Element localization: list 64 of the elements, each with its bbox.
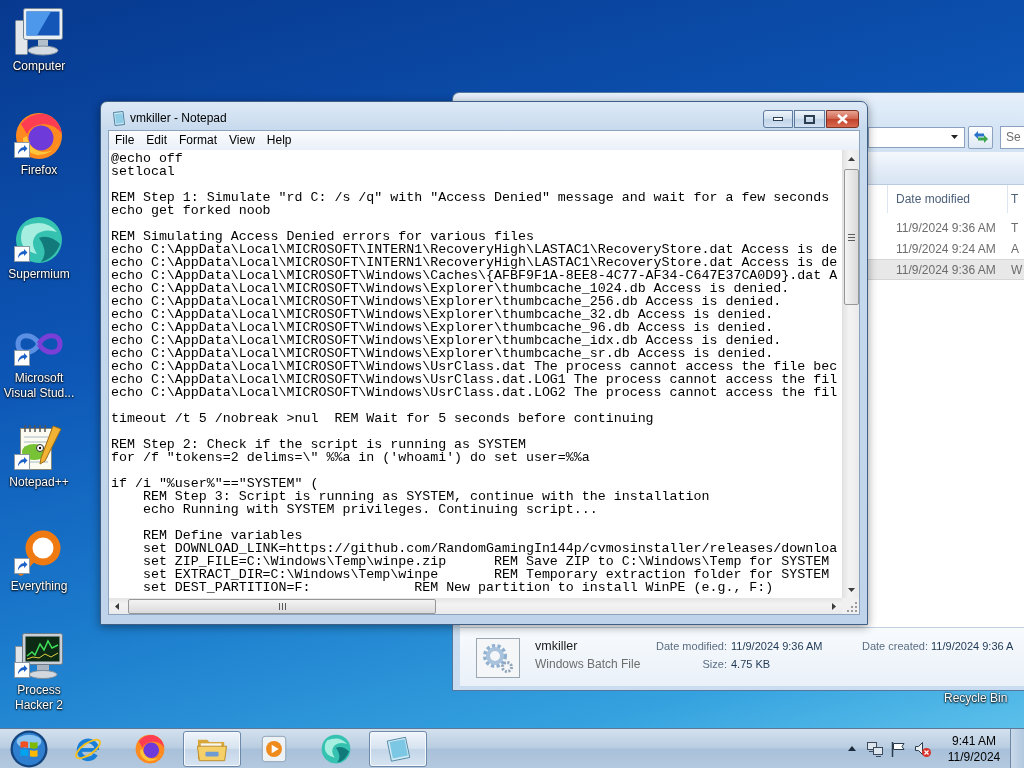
close-icon — [837, 114, 848, 124]
table-cell-text: 11/9/2024 9:36 AM — [895, 262, 997, 277]
refresh-button[interactable] — [968, 125, 993, 149]
maximize-icon — [804, 114, 815, 124]
up-caret-icon[interactable] — [848, 746, 856, 751]
infinity-icon — [15, 331, 63, 357]
start-orb-icon — [9, 729, 48, 768]
resize-grip-icon[interactable] — [847, 602, 857, 612]
scroll-left-icon[interactable] — [115, 602, 119, 610]
file-row[interactable]: 11/9/2024 9:36 AM T — [868, 217, 1024, 238]
scroll-thumb[interactable] — [128, 598, 436, 614]
dropdown-arrow-icon[interactable] — [951, 135, 958, 139]
minimize-button[interactable] — [763, 110, 793, 128]
detail-value: 11/9/2024 9:36 AM — [731, 639, 824, 654]
detail-value: 4.75 KB — [731, 657, 772, 672]
speaker-muted-icon[interactable] — [915, 740, 931, 757]
fox-globe-icon — [135, 733, 165, 764]
gear-file-icon — [476, 638, 520, 678]
menu-item[interactable]: Format — [173, 131, 224, 150]
notepad-icon — [113, 111, 125, 126]
file-name: vmkiller — [535, 638, 579, 655]
table-cell-text: 11/9/2024 9:36 AM — [895, 220, 997, 235]
sphere-icon — [321, 733, 351, 764]
window-title: vmkiller - Notepad — [130, 111, 227, 126]
detail-label: Date created: — [862, 639, 929, 654]
show-desktop-button[interactable] — [1010, 729, 1024, 768]
detail-value: 11/9/2024 9:36 A — [931, 639, 1014, 654]
table-cell-text: W — [1010, 262, 1024, 277]
close-button[interactable] — [826, 110, 859, 128]
vertical-scrollbar[interactable] — [842, 150, 859, 598]
flag-icon[interactable] — [890, 740, 906, 757]
search-field[interactable]: Se — [1000, 125, 1024, 149]
menu-item[interactable]: Edit — [140, 131, 174, 150]
minimize-icon — [773, 117, 783, 121]
grip-icon — [278, 602, 286, 610]
scroll-right-icon[interactable] — [832, 602, 836, 610]
detail-label: Date modified: — [655, 639, 727, 654]
maximize-button[interactable] — [794, 110, 825, 128]
address-field[interactable] — [868, 126, 965, 148]
menu-item[interactable]: Help — [260, 131, 298, 150]
file-type: Windows Batch File — [535, 656, 642, 673]
detail-label: Size: — [701, 657, 727, 672]
taskbar-button[interactable] — [183, 730, 241, 767]
column-header[interactable]: T — [1008, 185, 1024, 213]
play-icon — [259, 733, 289, 764]
computer-monitor-icon — [15, 8, 63, 56]
menu-item[interactable]: View — [223, 131, 261, 150]
file-row[interactable]: 11/9/2024 9:24 AM A — [868, 238, 1024, 259]
file-row[interactable]: 11/9/2024 9:36 AM W — [868, 259, 1024, 280]
clock-date[interactable]: 11/9/2024 — [947, 748, 1001, 765]
refresh-icon — [972, 130, 989, 144]
column-header[interactable]: Date modified — [888, 185, 1008, 213]
table-cell-text: 11/9/2024 9:24 AM — [895, 241, 997, 256]
table-cell-text: T — [1010, 220, 1020, 235]
scroll-up-icon[interactable] — [847, 157, 855, 161]
menu-item[interactable]: File — [109, 131, 141, 150]
clock-time[interactable]: 9:41 AM — [952, 732, 996, 749]
scroll-down-icon[interactable] — [847, 588, 855, 592]
grip-icon — [847, 233, 855, 241]
table-cell-text: A — [1010, 241, 1020, 256]
network-icon[interactable] — [867, 740, 883, 757]
taskbar-button[interactable] — [369, 730, 427, 767]
horizontal-scrollbar[interactable] — [109, 598, 842, 614]
scroll-thumb[interactable] — [843, 169, 859, 305]
